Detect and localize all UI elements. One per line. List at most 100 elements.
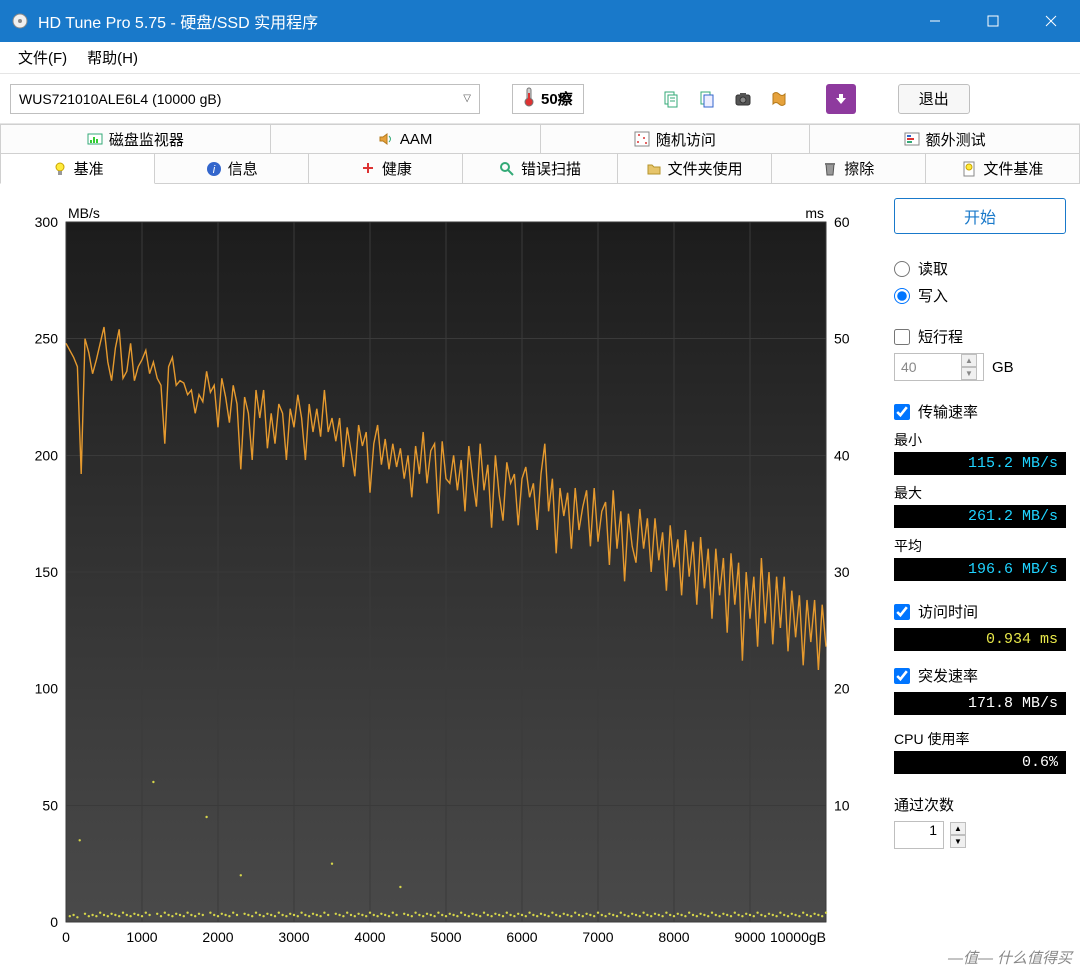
svg-text:0: 0	[50, 914, 58, 930]
toolbar: WUS721010ALE6L4 (10000 gB) ▽ 50瘵 退出	[0, 74, 1080, 124]
short-stroke-input[interactable]: 40 ▲ ▼	[894, 353, 984, 381]
max-value: 261.2 MB/s	[894, 505, 1066, 528]
svg-text:1000: 1000	[126, 929, 157, 945]
tab-错误扫描[interactable]: 错误扫描	[463, 154, 617, 184]
tab-额外测试[interactable]: 额外测试	[810, 124, 1080, 154]
menubar: 文件(F) 帮助(H)	[0, 42, 1080, 74]
watermark-icon: —值—	[948, 947, 993, 968]
info-icon: i	[206, 161, 222, 177]
temperature-value: 50瘵	[541, 88, 573, 109]
tab-基准[interactable]: 基准	[0, 154, 155, 184]
menu-file[interactable]: 文件(F)	[8, 43, 77, 72]
tab-文件基准[interactable]: 文件基准	[926, 154, 1080, 184]
svg-text:5000: 5000	[430, 929, 461, 945]
svg-text:60: 60	[834, 214, 850, 230]
exit-button[interactable]: 退出	[898, 84, 970, 114]
copy-screenshot-button[interactable]	[692, 84, 722, 114]
access-time-checkbox[interactable]	[894, 604, 910, 620]
tab-随机访问[interactable]: 随机访问	[541, 124, 811, 154]
svg-text:10000gB: 10000gB	[770, 929, 826, 945]
spin-down-icon[interactable]: ▼	[950, 835, 966, 848]
svg-text:150: 150	[35, 564, 59, 580]
svg-text:250: 250	[35, 331, 59, 347]
maximize-button[interactable]	[964, 0, 1022, 42]
tab-label: 健康	[382, 158, 412, 179]
burst-check[interactable]: 突发速率	[894, 665, 1066, 686]
tab-label: 文件基准	[983, 158, 1043, 179]
transfer-rate-checkbox[interactable]	[894, 404, 910, 420]
drive-select[interactable]: WUS721010ALE6L4 (10000 gB) ▽	[10, 84, 480, 114]
svg-text:10: 10	[834, 797, 850, 813]
tab-label: 磁盘监视器	[109, 129, 184, 150]
access-time-check[interactable]: 访问时间	[894, 601, 1066, 622]
short-stroke-checkbox[interactable]	[894, 329, 910, 345]
drive-label: WUS721010ALE6L4 (10000 gB)	[19, 91, 221, 107]
start-button[interactable]: 开始	[894, 198, 1066, 234]
svg-text:4000: 4000	[354, 929, 385, 945]
tab-AAM[interactable]: AAM	[271, 124, 541, 154]
temperature-badge: 50瘵	[512, 84, 584, 114]
short-stroke-check[interactable]: 短行程	[894, 326, 1066, 347]
health-icon	[360, 161, 376, 177]
close-button[interactable]	[1022, 0, 1080, 42]
minimize-button[interactable]	[906, 0, 964, 42]
copy-text-button[interactable]	[656, 84, 686, 114]
tab-label: 错误扫描	[521, 158, 581, 179]
svg-text:300: 300	[35, 214, 59, 230]
burst-value: 171.8 MB/s	[894, 692, 1066, 715]
benchmark-chart: 0501001502002503001020304050600100020003…	[6, 194, 876, 970]
radio-write[interactable]: 写入	[894, 285, 1066, 306]
spin-down-icon[interactable]: ▼	[961, 367, 977, 380]
speaker-icon	[378, 131, 394, 147]
menu-help[interactable]: 帮助(H)	[77, 43, 148, 72]
tab-label: 信息	[228, 158, 258, 179]
tab-label: 擦除	[844, 158, 874, 179]
watermark: —值— 什么值得买	[948, 947, 1072, 968]
tab-文件夹使用[interactable]: 文件夹使用	[618, 154, 772, 184]
passes-label: 通过次数	[894, 794, 1066, 815]
spin-up-icon[interactable]: ▲	[961, 354, 977, 367]
tab-label: AAM	[400, 131, 433, 148]
radio-read[interactable]: 读取	[894, 258, 1066, 279]
svg-text:30: 30	[834, 564, 850, 580]
tab-label: 基准	[74, 158, 104, 179]
svg-text:MB/s: MB/s	[68, 205, 100, 221]
svg-text:100: 100	[35, 681, 59, 697]
read-radio[interactable]	[894, 261, 910, 277]
svg-text:40: 40	[834, 447, 850, 463]
tab-信息[interactable]: i 信息	[155, 154, 309, 184]
svg-text:2000: 2000	[202, 929, 233, 945]
tab-健康[interactable]: 健康	[309, 154, 463, 184]
folder-icon	[646, 161, 662, 177]
spin-up-icon[interactable]: ▲	[950, 822, 966, 835]
svg-text:200: 200	[35, 447, 59, 463]
bulb-icon	[52, 161, 68, 177]
side-panel: 开始 读取 写入 短行程 40 ▲ ▼ GB	[880, 184, 1080, 974]
chart-pane: 0501001502002503001020304050600100020003…	[0, 184, 880, 974]
save-button[interactable]	[826, 84, 856, 114]
tab-label: 随机访问	[656, 129, 716, 150]
options-button[interactable]	[764, 84, 794, 114]
write-radio[interactable]	[894, 288, 910, 304]
tab-磁盘监视器[interactable]: 磁盘监视器	[0, 124, 271, 154]
svg-text:7000: 7000	[582, 929, 613, 945]
cpu-value: 0.6%	[894, 751, 1066, 774]
passes-input[interactable]: 1	[894, 821, 944, 849]
screenshot-button[interactable]	[728, 84, 758, 114]
chevron-down-icon: ▽	[463, 93, 471, 104]
burst-checkbox[interactable]	[894, 668, 910, 684]
tab-擦除[interactable]: 擦除	[772, 154, 926, 184]
random-icon	[634, 131, 650, 147]
monitor-icon	[87, 131, 103, 147]
app-icon	[10, 11, 30, 31]
svg-text:3000: 3000	[278, 929, 309, 945]
svg-text:8000: 8000	[658, 929, 689, 945]
svg-text:50: 50	[834, 331, 850, 347]
window-title: HD Tune Pro 5.75 - 硬盘/SSD 实用程序	[38, 9, 906, 33]
main: 0501001502002503001020304050600100020003…	[0, 184, 1080, 974]
scan-icon	[499, 161, 515, 177]
extra-icon	[904, 131, 920, 147]
thermometer-icon	[523, 87, 535, 111]
tabs-row1: 磁盘监视器 AAM 随机访问 额外测试	[0, 124, 1080, 154]
transfer-rate-check[interactable]: 传输速率	[894, 401, 1066, 422]
